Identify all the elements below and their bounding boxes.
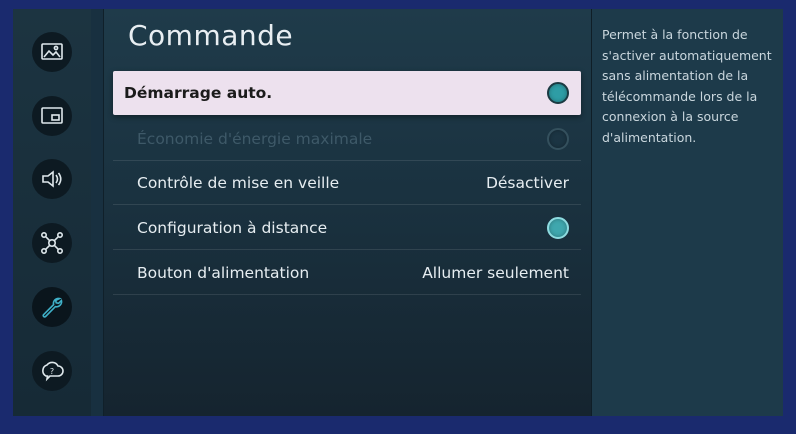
sidebar-divider — [91, 9, 104, 416]
setting-max-power-saving: Économie d'énergie maximale — [113, 117, 581, 161]
help-description: Permet à la fonction de s'activer automa… — [602, 27, 772, 145]
setting-label: Bouton d'alimentation — [137, 263, 310, 282]
setting-label: Économie d'énergie maximale — [137, 129, 373, 148]
setting-value: Allumer seulement — [422, 263, 569, 282]
svg-text:?: ? — [50, 367, 54, 376]
setting-auto-start[interactable]: Démarrage auto. — [113, 71, 581, 115]
wrench-icon[interactable] — [32, 287, 72, 327]
sound-icon[interactable] — [32, 159, 72, 199]
category-sidebar: ? — [13, 9, 92, 416]
auto-start-toggle[interactable] — [547, 82, 569, 104]
page-title: Commande — [128, 19, 294, 52]
picture-icon[interactable] — [32, 32, 72, 72]
max-power-saving-toggle — [547, 127, 569, 150]
help-panel: Permet à la fonction de s'activer automa… — [591, 9, 783, 416]
setting-standby-control[interactable]: Contrôle de mise en veille Désactiver — [113, 161, 581, 205]
screen-size-icon[interactable] — [32, 96, 72, 136]
setting-label: Démarrage auto. — [124, 84, 273, 102]
setting-remote-configuration[interactable]: Configuration à distance — [113, 206, 581, 250]
setting-label: Contrôle de mise en veille — [137, 173, 340, 192]
setting-power-button[interactable]: Bouton d'alimentation Allumer seulement — [113, 251, 581, 295]
remote-configuration-toggle[interactable] — [547, 216, 569, 239]
network-icon[interactable] — [32, 223, 72, 263]
tv-settings-screen: ? Commande Démarrage auto. Économie d'én… — [13, 9, 783, 416]
support-icon[interactable]: ? — [32, 351, 72, 391]
setting-value: Désactiver — [485, 173, 569, 192]
setting-label: Configuration à distance — [137, 218, 328, 237]
